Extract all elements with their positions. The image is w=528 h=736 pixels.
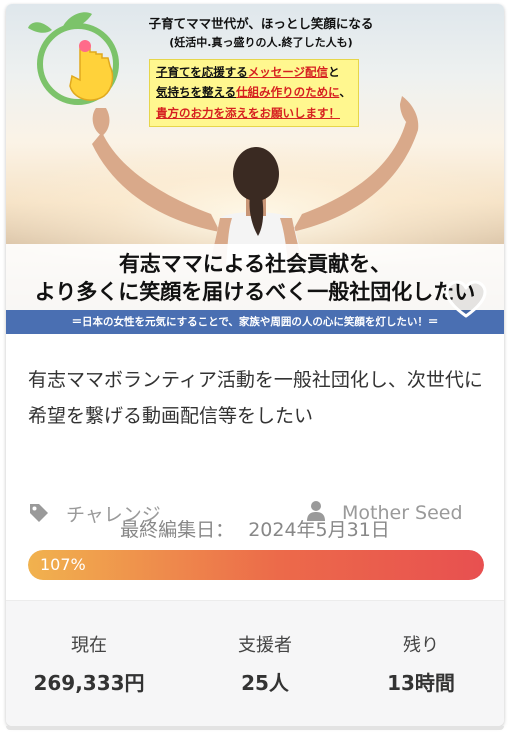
- stat-current-value: 269,333円: [33, 671, 145, 695]
- stat-current-label: 現在: [71, 635, 107, 656]
- last-updated: 最終編集日： 2024年5月31日: [6, 515, 504, 542]
- hero-box-line2: 気持ちを整える仕組み作りのために、: [156, 84, 351, 100]
- project-stats: 現在 269,333円 支援者 25人 残り 13時間: [6, 600, 504, 726]
- project-card[interactable]: 子育てママ世代が、ほっとし笑顔になる (妊活中.真っ盛りの人.終了した人も) 子…: [6, 4, 504, 726]
- last-updated-date: 2024年5月31日: [248, 519, 390, 541]
- hero-headline: 子育てママ世代が、ほっとし笑顔になる (妊活中.真っ盛りの人.終了した人も): [146, 14, 376, 52]
- last-updated-label: 最終編集日：: [120, 519, 235, 541]
- hero-banner-subtitle: ＝日本の女性を元気にすることで、家族や周囲の人の心に笑顔を灯したい！＝: [6, 310, 504, 334]
- stat-current-amount: 現在 269,333円: [6, 601, 172, 696]
- hero-headline-line2: (妊活中.真っ盛りの人.終了した人も): [169, 36, 353, 49]
- hero-banner-line2: より多くに笑顔を届けるべく一般社団化したい: [34, 280, 476, 304]
- project-title[interactable]: 有志ママボランティア活動を一般社団化し、次世代に希望を繋げる動画配信等をしたい: [28, 362, 488, 434]
- box-line1-part-c: と: [328, 65, 340, 79]
- heart-icon[interactable]: [444, 280, 488, 320]
- card-bottom-edge: [6, 726, 504, 730]
- box-line1-part-a: 子育てを応援する: [156, 65, 248, 79]
- funding-progress-percent: 107%: [40, 555, 86, 574]
- funding-progress-fill: [28, 550, 484, 580]
- stat-supporters-value: 25人: [241, 671, 289, 695]
- hero-banner-line1: 有志ママによる社会貢献を、: [118, 252, 392, 276]
- box-line2-part-a: 気持ちを整える: [156, 85, 237, 99]
- hero-box-line3: 貴方のお力を添えをお願いします！: [156, 106, 340, 120]
- stat-supporters-label: 支援者: [238, 635, 292, 656]
- stat-remaining: 残り 13時間: [338, 601, 504, 696]
- hero-headline-line1: 子育てママ世代が、ほっとし笑顔になる: [148, 16, 374, 31]
- funding-progress-bar: 107%: [28, 550, 484, 580]
- stat-remaining-value: 13時間: [387, 671, 455, 695]
- hero-box-line1: 子育てを応援するメッセージ配信と: [156, 64, 340, 80]
- sprout-hand-logo: [28, 12, 119, 105]
- box-line1-part-b: メッセージ配信: [247, 65, 329, 79]
- box-line2-part-c: 、: [339, 85, 351, 99]
- box-line2-part-b: 仕組み作りのために: [236, 85, 340, 99]
- stat-remaining-label: 残り: [403, 635, 439, 656]
- project-thumbnail[interactable]: 子育てママ世代が、ほっとし笑顔になる (妊活中.真っ盛りの人.終了した人も) 子…: [6, 4, 504, 334]
- stat-supporters: 支援者 25人: [182, 601, 348, 696]
